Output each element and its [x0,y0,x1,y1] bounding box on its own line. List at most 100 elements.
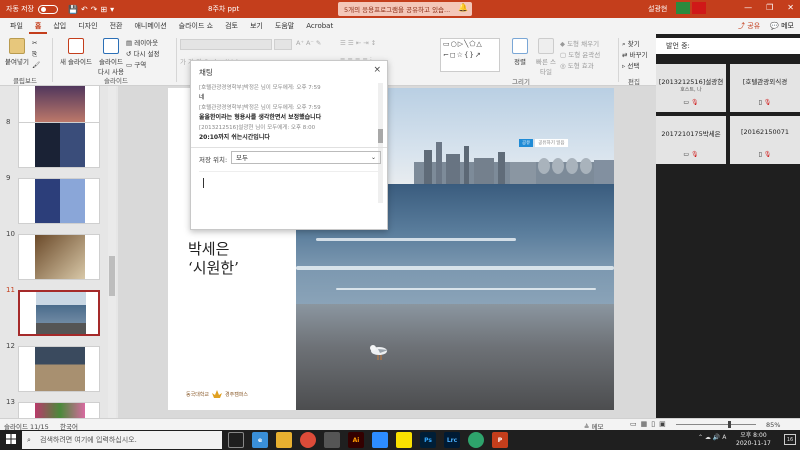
phone-icon: ▯ [758,99,762,106]
zoom-slider[interactable] [676,424,756,425]
edge-icon[interactable]: e [252,432,268,448]
attendee-tile[interactable]: [2013212516]설광현 호스트, 나 ▭ 🎙 [656,64,726,112]
app-icon[interactable] [324,432,340,448]
attendee-tile[interactable]: [20162150071 ▯ 🎙 [730,116,800,164]
autosave-toggle[interactable] [38,4,58,14]
slide-thumbnail[interactable] [18,234,100,280]
thumbnails-scroll-thumb[interactable] [109,256,115,296]
clipboard-small-icons[interactable]: ✂ ⎘ 🖌 [32,38,40,71]
reuse-slides-button[interactable]: 슬라이드 다시 사용 [96,38,126,76]
arrange-button[interactable]: 정렬 [508,38,532,66]
shapes-gallery[interactable]: ▭○▷╲⬠△ ⌐◻☆{}↗ [440,38,500,72]
windows-start-icon[interactable] [6,434,16,444]
tab-acrobat[interactable]: Acrobat [300,20,339,34]
share-button[interactable]: ⤴ 공유 [738,21,760,31]
quick-styles-button[interactable]: 빠른 스타일 [534,38,558,76]
tab-home[interactable]: 홈 [28,20,48,34]
replace-button[interactable]: ⇄ 바꾸기 [622,49,647,59]
app-icon[interactable] [468,432,484,448]
slide-thumbnail[interactable] [18,86,100,124]
tab-help[interactable]: 도움말 [269,20,300,34]
lightroom-icon[interactable]: Lrc [444,432,460,448]
font-size-select[interactable] [274,39,292,50]
attendee-tile[interactable]: 2017210175박세은 ▭ 🎙 [656,116,726,164]
find-button[interactable]: ⌕ 찾기 [622,38,640,49]
new-slide-button[interactable]: 새 슬라이드 [58,38,94,66]
chat-recipient-select[interactable]: 모두 ⌄ [231,151,381,164]
system-tray[interactable]: ⌃ ☁ 🔊 A [698,434,726,441]
slide-number: 8 [6,118,11,126]
slide-title[interactable]: 박세은 ‘시원한’ [188,240,239,278]
kakaotalk-icon[interactable] [396,432,412,448]
user-name[interactable]: 설광현 [648,4,667,14]
chat-message-meta: [호텔관광경영학부]박정은 님이 모두에게: 오후 7:59 [199,85,321,91]
slide-thumbnail[interactable] [18,402,100,418]
slide-title-line: ‘시원한’ [188,259,239,277]
file-explorer-icon[interactable] [276,432,292,448]
reuse-slides-label: 슬라이드 다시 사용 [98,58,124,76]
shape-effects-button[interactable]: ◎ 도형 효과 [560,60,594,70]
slide-thumbnail[interactable] [18,178,100,224]
illustrator-icon[interactable]: Ai [348,432,364,448]
thumbnails-scrollbar[interactable] [108,86,116,418]
tab-file[interactable]: 파일 [4,20,29,34]
thumbnail-photo [35,179,85,223]
font-size-buttons[interactable]: A⁺ A⁻ ✎ [296,39,321,47]
attendee-status-icons: ▭ 🎙 [656,99,726,106]
reset-button[interactable]: ↺ 다시 설정 [126,48,160,58]
layout-button[interactable]: ▤ 레이아웃 [126,37,158,47]
tab-transitions[interactable]: 전환 [104,20,129,34]
maximize-button[interactable]: ❐ [766,3,773,12]
zoom-icon[interactable] [372,432,388,448]
tab-insert[interactable]: 삽입 [47,20,72,34]
zoom-level[interactable]: 85% [766,421,780,429]
quick-access-toolbar[interactable]: 💾↶↷⊞▾ [68,5,117,14]
new-slide-icon [68,38,84,54]
attendee-tile[interactable]: [호텔관광외식경 ▯ 🎙 [730,64,800,112]
section-button[interactable]: ▭ 구역 [126,59,146,69]
tab-review[interactable]: 검토 [219,20,244,34]
shape-outline-button[interactable]: ▢ 도형 윤곽선 [560,49,600,59]
close-button[interactable]: ✕ [787,3,794,12]
font-name-select[interactable] [180,39,272,50]
paragraph-buttons[interactable]: ☰ ☰ ⇤ ⇥ ↕ [340,39,376,47]
photoshop-icon[interactable]: Ps [420,432,436,448]
slide-thumbnail[interactable] [18,122,100,168]
tab-animations[interactable]: 애니메이션 [128,20,172,34]
tab-view[interactable]: 보기 [244,20,269,34]
chat-scroll-thumb[interactable] [378,129,383,143]
chat-close-icon[interactable]: × [373,65,381,75]
view-buttons[interactable]: ▭▦▯▣ [630,420,670,428]
attendee-name: 2017210175박세은 [661,130,721,138]
tab-design[interactable]: 디자인 [72,20,103,34]
quick-styles-icon [538,38,554,54]
tab-slideshow[interactable]: 슬라이드 쇼 [173,20,219,34]
attendee-status-icons: ▯ 🎙 [730,99,800,106]
attendee-status-icons: ▭ 🎙 [656,151,726,158]
taskbar-search-input[interactable]: ⌕ 검색하려면 여기에 입력하십시오. [22,431,222,449]
minimize-button[interactable]: — [744,3,752,12]
slide-thumbnails-panel[interactable]: 8 9 10 11 12 13 [0,86,118,418]
shape-outline-label: 도형 윤곽선 [568,51,601,59]
chrome-icon[interactable] [300,432,316,448]
powerpoint-icon[interactable]: P [492,432,508,448]
bell-icon[interactable]: 🔔 [458,3,468,12]
share-label: 공유 [747,22,761,30]
select-label: 선택 [627,62,640,70]
slide-tag-chip: 공유 [519,139,534,147]
comments-button[interactable]: 💬 메모 [770,21,794,31]
video-off-icon: ▭ [683,151,690,158]
screen-share-banner[interactable]: 5개의 응용프로그램을 공유하고 있습... [338,2,472,16]
task-view-icon[interactable] [228,432,244,448]
notification-center-icon[interactable]: 16 [784,434,796,445]
zoom-slider-handle[interactable] [728,421,731,428]
taskbar-clock[interactable]: 오후 8:00 2020-11-17 [736,432,771,448]
slide-thumbnail-selected[interactable] [18,290,100,336]
chat-message-meta: [2013212516]설광현 님이 모두에게: 오후 8:00 [199,125,316,131]
paste-button[interactable]: 붙여넣기 [4,38,30,66]
select-button[interactable]: ▹ 선택 [622,60,639,70]
clipboard-group-label: 클립보드 [13,77,37,85]
slide-thumbnail[interactable] [18,346,100,392]
shape-fill-button[interactable]: ◆ 도형 채우기 [560,38,599,48]
chat-input[interactable] [199,171,381,225]
